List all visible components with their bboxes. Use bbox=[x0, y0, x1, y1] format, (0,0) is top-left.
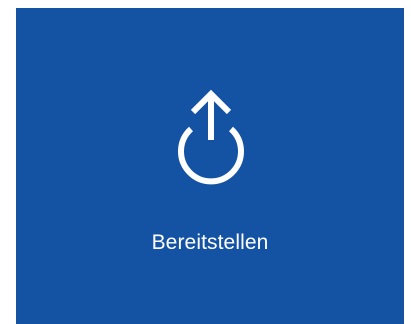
tile-label: Bereitstellen bbox=[151, 231, 269, 254]
deploy-tile[interactable]: Bereitstellen bbox=[16, 8, 404, 324]
power-upload-icon bbox=[163, 84, 259, 194]
